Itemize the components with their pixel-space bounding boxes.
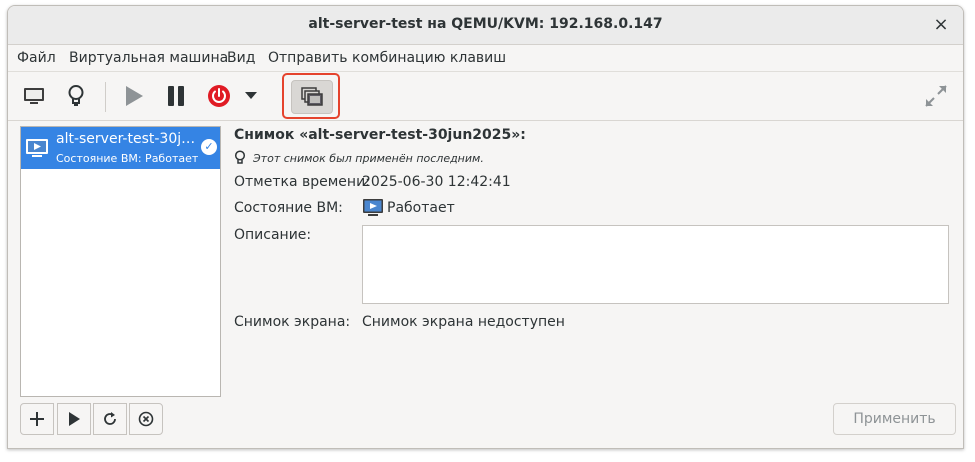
snapshots-button[interactable] <box>291 80 333 114</box>
shutdown-menu-button[interactable] <box>239 78 263 114</box>
delete-icon <box>138 411 154 427</box>
fullscreen-icon <box>925 85 947 107</box>
monitor-icon <box>24 88 44 104</box>
screenshot-label: Снимок экрана: <box>234 314 351 330</box>
window: alt-server-test на QEMU/KVM: 192.168.0.1… <box>7 5 964 449</box>
vm-running-icon <box>362 198 384 222</box>
add-snapshot-button[interactable] <box>20 403 54 435</box>
vm-running-icon <box>25 137 49 163</box>
details-button[interactable] <box>58 78 94 114</box>
menu-file[interactable]: Файл <box>17 50 56 66</box>
dropdown-arrow-icon <box>245 92 257 99</box>
snapshot-note: Этот снимок был применён последним. <box>253 152 484 165</box>
menu-send-key[interactable]: Отправить комбинацию клавиш <box>268 50 506 66</box>
titlebar: alt-server-test на QEMU/KVM: 192.168.0.1… <box>8 6 963 45</box>
console-button[interactable] <box>16 78 52 114</box>
power-icon <box>208 85 230 107</box>
lightbulb-icon <box>68 85 84 106</box>
menu-view[interactable]: Вид <box>227 50 255 66</box>
toolbar <box>8 72 963 121</box>
play-icon <box>69 412 80 426</box>
menu-virtual-machine[interactable]: Виртуальная машина <box>69 50 228 66</box>
play-icon <box>126 86 143 106</box>
shutdown-button[interactable] <box>201 78 237 114</box>
fullscreen-button[interactable] <box>918 78 954 114</box>
pause-button[interactable] <box>158 78 194 114</box>
snapshot-state: Состояние ВМ: Работает <box>56 152 199 165</box>
run-snapshot-button[interactable] <box>57 403 91 435</box>
run-button[interactable] <box>116 78 152 114</box>
screenshot-value: Снимок экрана недоступен <box>362 314 565 330</box>
timestamp-value: 2025-06-30 12:42:41 <box>362 174 511 190</box>
snapshot-title: Снимок «alt-server-test-30jun2025»: <box>234 127 526 143</box>
vm-state-value: Работает <box>387 200 455 216</box>
close-button[interactable]: × <box>929 13 953 37</box>
pause-icon <box>168 86 184 106</box>
menubar: Файл Виртуальная машина Вид Отправить ко… <box>8 45 963 72</box>
delete-snapshot-button[interactable] <box>129 403 163 435</box>
window-title: alt-server-test на QEMU/KVM: 192.168.0.1… <box>308 16 663 32</box>
lightbulb-icon <box>234 150 246 170</box>
description-label: Описание: <box>234 227 312 243</box>
check-icon: ✓ <box>201 139 217 155</box>
apply-button[interactable]: Применить <box>833 403 956 435</box>
snapshots-icon <box>301 87 323 106</box>
snapshot-list[interactable]: alt-server-test-30j… Состояние ВМ: Работ… <box>20 126 221 397</box>
toolbar-separator <box>105 82 106 112</box>
vm-state-label: Состояние ВМ: <box>234 200 343 216</box>
add-icon <box>30 412 44 426</box>
snapshot-list-item[interactable]: alt-server-test-30j… Состояние ВМ: Работ… <box>21 127 220 169</box>
description-field[interactable] <box>362 225 949 304</box>
snapshot-name: alt-server-test-30j… <box>56 131 196 147</box>
timestamp-label: Отметка времени: <box>234 174 370 190</box>
refresh-icon <box>104 412 116 425</box>
refresh-snapshot-button[interactable] <box>93 403 127 435</box>
